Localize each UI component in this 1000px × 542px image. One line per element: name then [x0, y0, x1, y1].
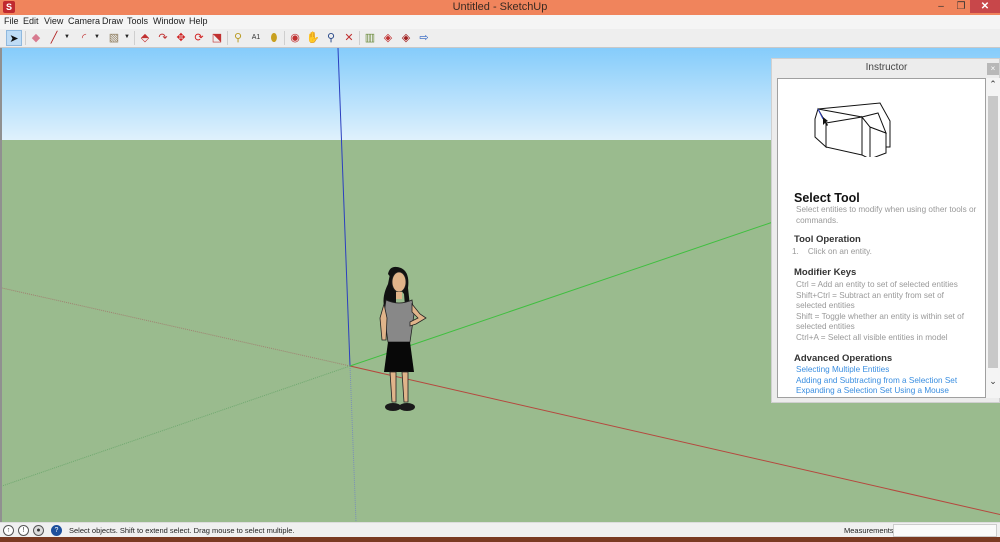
- push-pull-tool-icon[interactable]: ⬘: [137, 30, 153, 46]
- line-tool-icon[interactable]: ╱: [46, 30, 62, 46]
- user-icon[interactable]: ●: [33, 525, 44, 536]
- measurements-input[interactable]: [893, 524, 997, 537]
- paint-bucket-tool-icon[interactable]: ⬮: [266, 30, 282, 46]
- eraser-tool-icon[interactable]: ◆: [28, 30, 44, 46]
- menu-edit[interactable]: Edit: [23, 16, 39, 26]
- advanced-link[interactable]: Selecting or Unselecting All Geometry: [796, 397, 933, 398]
- move-tool-icon[interactable]: ✥: [173, 30, 189, 46]
- rectangle-tool-icon[interactable]: ▧: [106, 30, 122, 46]
- extension-manager-tool-icon[interactable]: ◈: [398, 30, 414, 46]
- arc-tool-icon[interactable]: ◜: [76, 30, 92, 46]
- zoom-tool-icon[interactable]: ⚲: [323, 30, 339, 46]
- rectangle-dropdown-icon[interactable]: ▼: [124, 34, 130, 40]
- modifier-key-ctrl: Ctrl = Add an entity to set of selected …: [796, 280, 958, 289]
- send-to-layout-tool-icon[interactable]: ⇨: [416, 30, 432, 46]
- instructor-content: Select Tool Select entities to modify wh…: [777, 78, 986, 398]
- arc-dropdown-icon[interactable]: ▼: [94, 34, 100, 40]
- credits-icon[interactable]: !: [18, 525, 29, 536]
- measurements-label: Measurements: [844, 526, 894, 535]
- tool-title: Select Tool: [794, 191, 860, 205]
- instructor-panel: Instructor × Select Tool Select entities…: [771, 58, 1000, 403]
- toolbar-separator: [284, 31, 285, 45]
- advanced-link[interactable]: Selecting Multiple Entities: [796, 365, 889, 376]
- pan-tool-icon[interactable]: ✋: [305, 30, 321, 46]
- modifier-heading: Modifier Keys: [794, 267, 857, 278]
- scale-tool-icon[interactable]: ⬔: [209, 30, 225, 46]
- zoom-extents-tool-icon[interactable]: ✕: [341, 30, 357, 46]
- modifier-key-shift-ctrl: Shift+Ctrl = Subtract an entity from set…: [796, 290, 944, 311]
- status-bar: ↑ ! ● ? Select objects. Shift to extend …: [0, 522, 1000, 537]
- toolbar-separator: [25, 31, 26, 45]
- minimize-button[interactable]: –: [930, 0, 952, 13]
- house-illustration: [814, 102, 891, 157]
- tape-measure-tool-icon[interactable]: ⚲: [230, 30, 246, 46]
- red-axis-negative: [2, 287, 351, 367]
- advanced-link[interactable]: Expanding a Selection Set Using a Mouse: [796, 386, 949, 397]
- main-toolbar: ➤ ◆ ╱ ▼ ◜ ▼ ▧ ▼ ⬘ ↷ ✥ ⟳ ⬔ ⚲ A1 ⬮ ◉ ✋ ⚲ ✕…: [0, 29, 1000, 48]
- green-axis-negative: [2, 365, 351, 487]
- menu-camera[interactable]: Camera: [68, 16, 100, 26]
- menu-file[interactable]: File: [4, 16, 19, 26]
- help-icon[interactable]: ?: [51, 525, 62, 536]
- blue-axis-positive: [337, 48, 351, 367]
- toolbar-separator: [227, 31, 228, 45]
- orbit-tool-icon[interactable]: ◉: [287, 30, 303, 46]
- tool-description: Select entities to modify when using oth…: [796, 205, 977, 225]
- menu-tools[interactable]: Tools: [127, 16, 148, 26]
- extension-warehouse-tool-icon[interactable]: ◈: [380, 30, 396, 46]
- title-bar: S Untitled - SketchUp – ❐ ✕: [0, 0, 1000, 15]
- operation-heading: Tool Operation: [794, 234, 861, 245]
- line-dropdown-icon[interactable]: ▼: [64, 34, 70, 40]
- menu-bar: File Edit View Camera Draw Tools Window …: [0, 15, 1000, 29]
- advanced-link[interactable]: Adding and Subtracting from a Selection …: [796, 376, 957, 387]
- window-title: Untitled - SketchUp: [452, 1, 548, 13]
- scroll-thumb[interactable]: [988, 96, 998, 368]
- instructor-title: Instructor: [865, 62, 908, 73]
- menu-help[interactable]: Help: [189, 16, 208, 26]
- text-tool-icon[interactable]: A1: [248, 30, 264, 46]
- scroll-down-icon[interactable]: ⌄: [986, 376, 1000, 387]
- menu-window[interactable]: Window: [153, 16, 185, 26]
- advanced-heading: Advanced Operations: [794, 353, 893, 364]
- toolbar-separator: [359, 31, 360, 45]
- toolbar-separator: [134, 31, 135, 45]
- menu-view[interactable]: View: [44, 16, 63, 26]
- rotate-tool-icon[interactable]: ⟳: [191, 30, 207, 46]
- person-figure[interactable]: [374, 266, 436, 418]
- instructor-scrollbar[interactable]: ⌃ ⌄: [986, 78, 1000, 398]
- maximize-button[interactable]: ❐: [952, 0, 970, 13]
- follow-me-tool-icon[interactable]: ↷: [155, 30, 171, 46]
- geo-location-icon[interactable]: ↑: [3, 525, 14, 536]
- scroll-up-icon[interactable]: ⌃: [986, 79, 1000, 90]
- os-taskbar: [0, 537, 1000, 542]
- close-button[interactable]: ✕: [970, 0, 1000, 13]
- select-tool-icon[interactable]: ➤: [6, 30, 22, 46]
- modifier-key-ctrl-a: Ctrl+A = Select all visible entities in …: [796, 332, 948, 342]
- modifier-key-shift: Shift = Toggle whether an entity is with…: [796, 311, 965, 332]
- menu-draw[interactable]: Draw: [102, 16, 123, 26]
- status-text: Select objects. Shift to extend select. …: [69, 526, 295, 535]
- operation-step: 1. Click on an entity.: [792, 247, 872, 256]
- sketchup-window: S Untitled - SketchUp – ❐ ✕ File Edit Vi…: [0, 0, 1000, 542]
- 3d-warehouse-tool-icon[interactable]: ▥: [362, 30, 378, 46]
- blue-axis-negative: [349, 365, 357, 522]
- instructor-close-button[interactable]: ×: [987, 63, 999, 75]
